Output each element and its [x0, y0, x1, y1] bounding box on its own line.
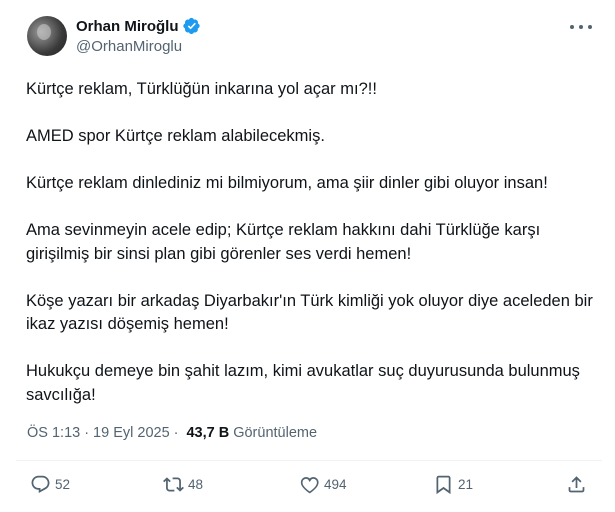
tweet-paragraph: AMED spor Kürtçe reklam alabilecekmiş. [26, 127, 325, 145]
verified-icon [182, 17, 200, 35]
views-label: Görüntüleme [233, 425, 318, 441]
action-bar: 52 48 494 21 [0, 470, 615, 498]
tweet-meta: ÖS 1:13 · 19 Eyl 2025 · 43,7 B Görüntüle… [27, 425, 317, 441]
tweet-text: Kürtçe reklam, Türklüğün inkarına yol aç… [26, 78, 601, 407]
views-count: 43,7 B [186, 425, 230, 441]
repost-icon [163, 476, 184, 492]
tweet-paragraph: Köşe yazarı bir arkadaş Diyarbakır'ın Tü… [26, 291, 593, 334]
bookmark-count: 21 [458, 476, 474, 492]
tweet-paragraph: Kürtçe reklam dinlediniz mi bilmiyorum, … [26, 174, 548, 192]
bookmark-button[interactable]: 21 [433, 470, 473, 498]
reply-count: 52 [55, 476, 71, 492]
like-count: 494 [324, 476, 347, 492]
like-icon [300, 476, 319, 493]
tweet: Orhan Miroğlu @OrhanMiroglu Kürtçe rekla… [0, 0, 615, 512]
share-button[interactable] [566, 470, 587, 498]
repost-count: 48 [188, 476, 204, 492]
bookmark-icon [436, 475, 451, 494]
tweet-paragraph: Hukukçu demeye bin şahit lazım, kimi avu… [26, 362, 580, 404]
meta-separator: · [173, 425, 179, 441]
tweet-paragraph: Ama sevinmeyin acele edip; Kürtçe reklam… [26, 221, 541, 263]
tweet-date[interactable]: 19 Eyl 2025 [93, 425, 170, 441]
repost-button[interactable]: 48 [163, 470, 203, 498]
tweet-paragraph: Kürtçe reklam, Türklüğün inkarına yol aç… [26, 80, 377, 98]
meta-separator: · [84, 425, 90, 441]
share-icon [568, 475, 585, 492]
reply-icon [31, 475, 50, 493]
divider [16, 460, 602, 461]
like-button[interactable]: 494 [299, 470, 347, 498]
author-name[interactable]: Orhan Miroğlu [76, 18, 179, 35]
more-icon[interactable] [570, 20, 592, 34]
author-name-row: Orhan Miroğlu [76, 17, 201, 35]
reply-button[interactable]: 52 [30, 470, 70, 498]
author-handle[interactable]: @OrhanMiroglu [76, 38, 182, 55]
tweet-time[interactable]: ÖS 1:13 [27, 425, 80, 441]
avatar[interactable] [27, 16, 67, 56]
